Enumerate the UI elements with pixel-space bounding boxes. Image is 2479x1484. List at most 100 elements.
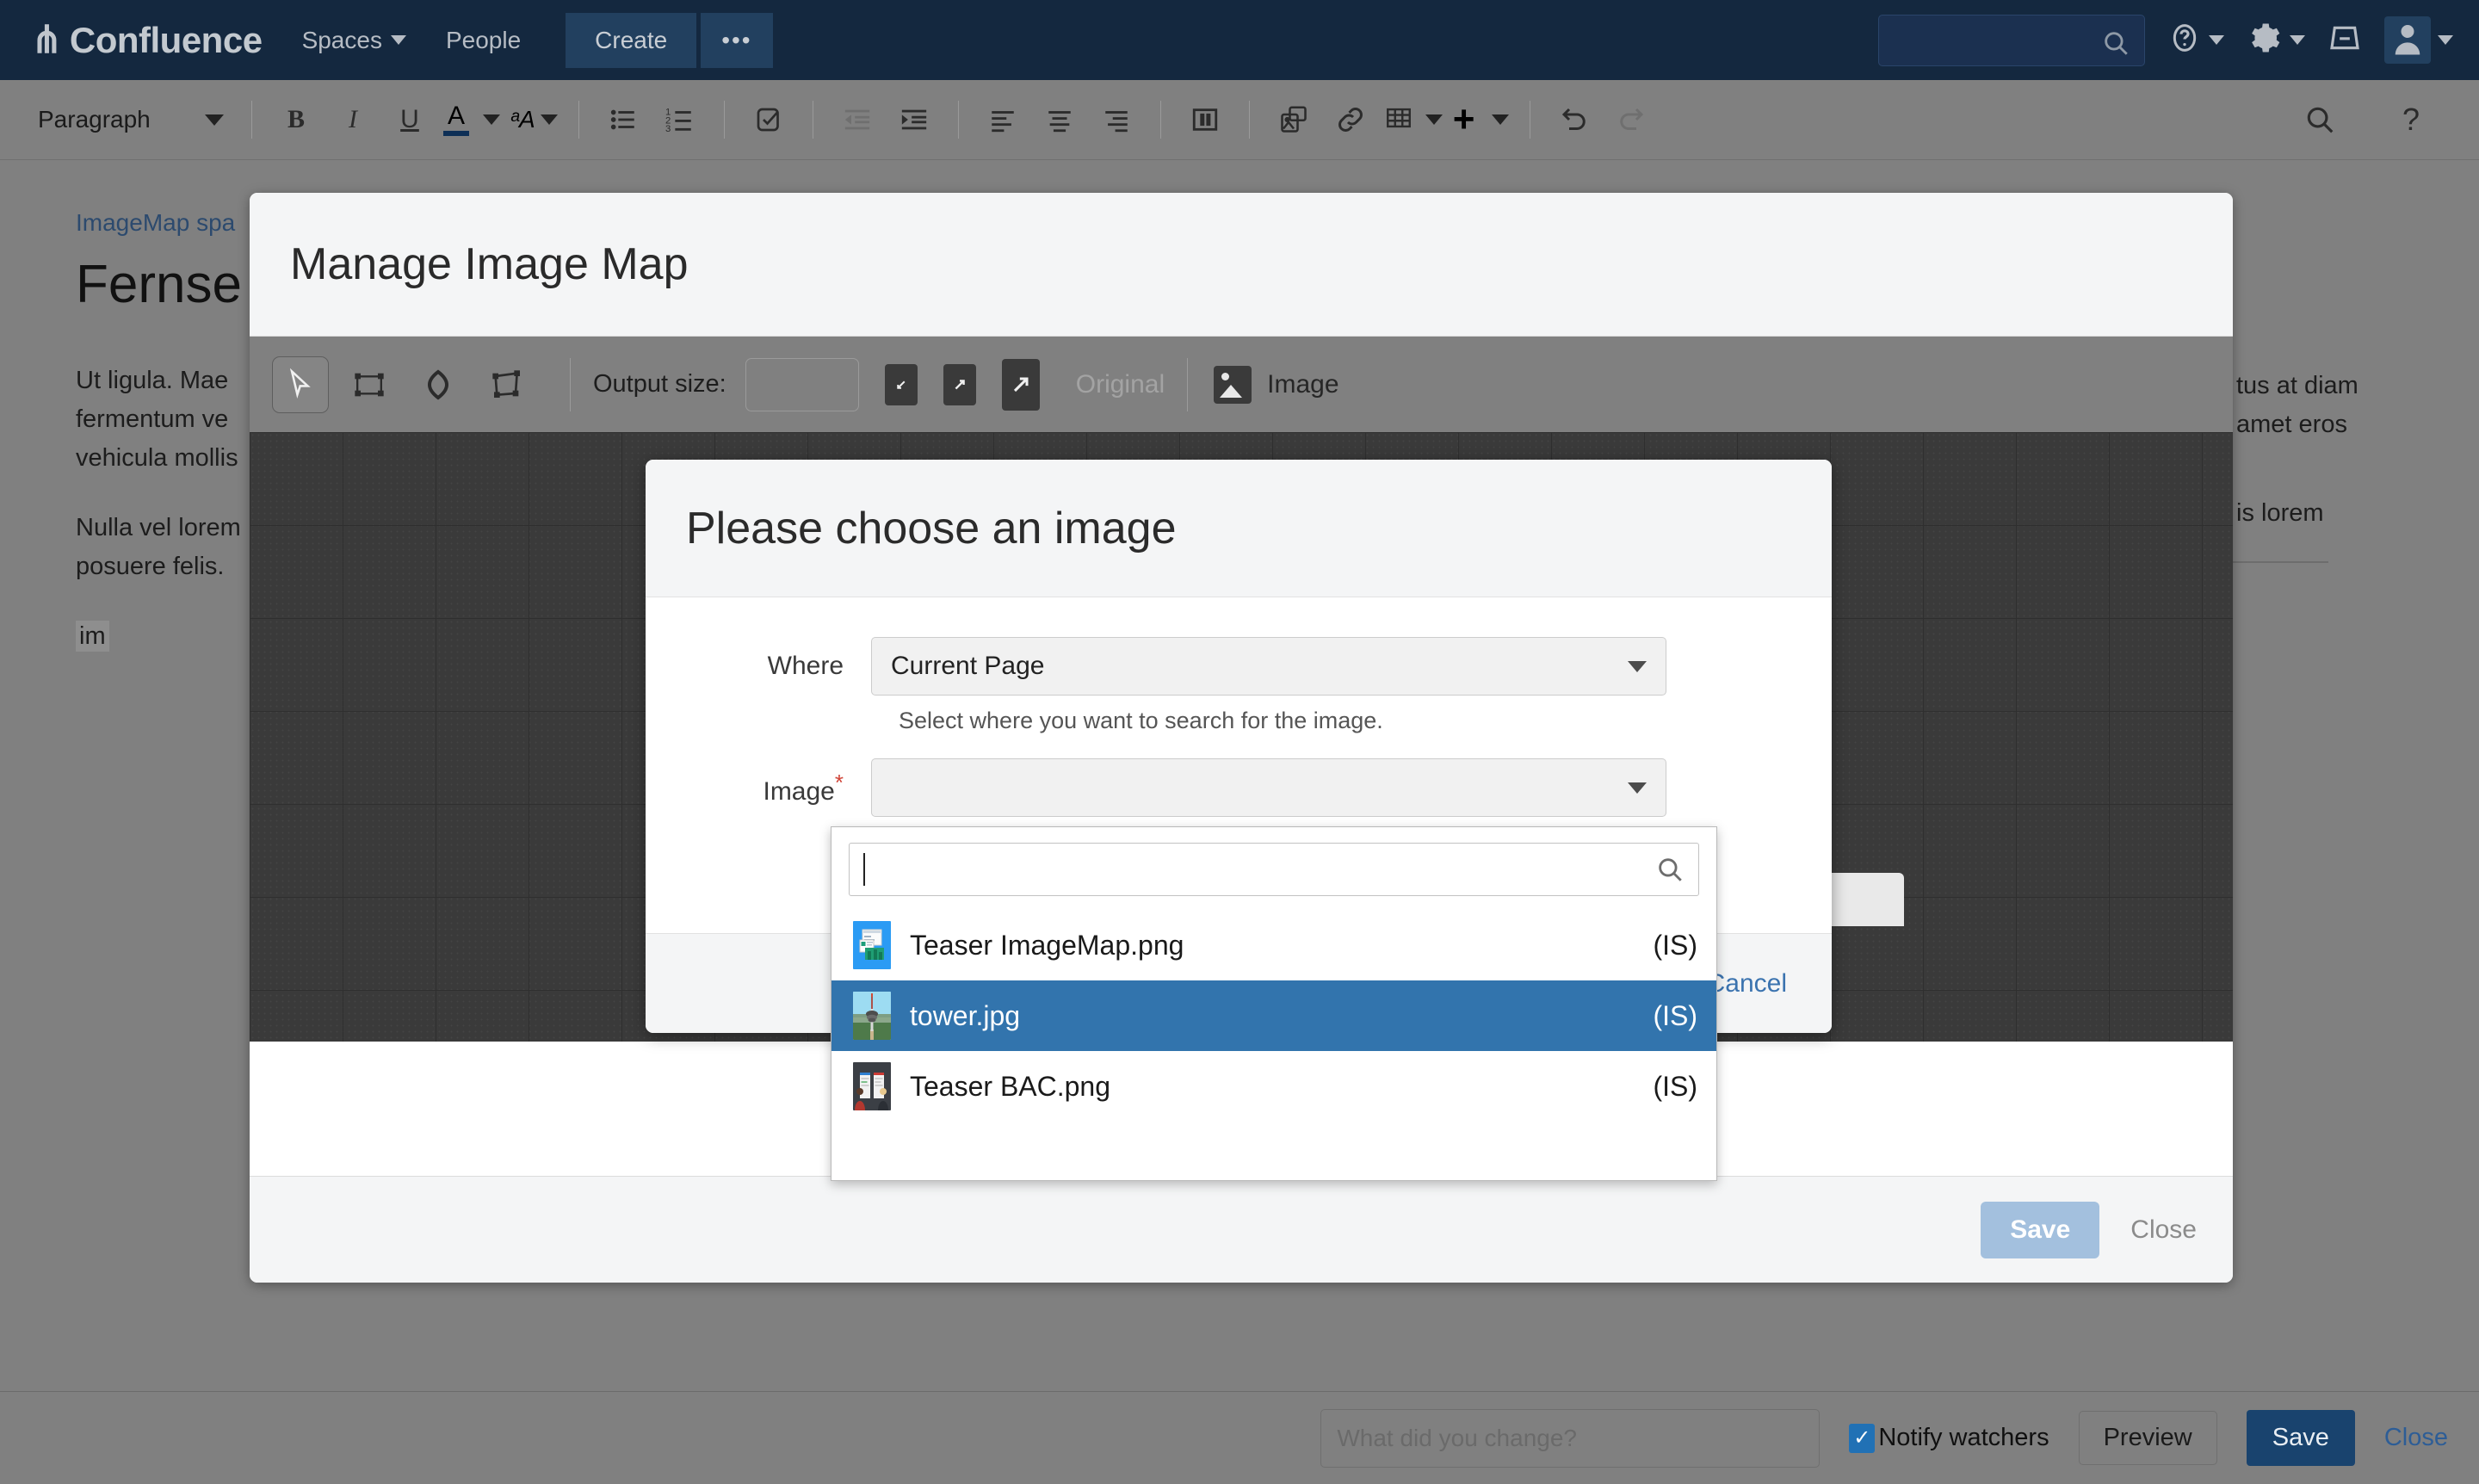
- underline-button[interactable]: U: [388, 96, 431, 144]
- undo-button[interactable]: [1553, 96, 1596, 144]
- chevron-down-icon: [483, 114, 500, 125]
- paragraph-style-select[interactable]: Paragraph: [38, 106, 236, 133]
- im-macro-chip[interactable]: im: [76, 621, 109, 652]
- image-icon: [1214, 365, 1252, 404]
- where-field-row: Where Current Page: [646, 637, 1832, 696]
- search-icon: [2101, 28, 2130, 62]
- nav-spaces[interactable]: Spaces: [302, 27, 406, 54]
- list-item[interactable]: Teaser BAC.png (IS): [831, 1051, 1716, 1122]
- choose-image-header: Please choose an image: [646, 460, 1832, 597]
- toolbar-divider: [1248, 101, 1250, 139]
- toolbar-divider: [1187, 357, 1189, 411]
- image-map-toolbar: Output size: Original Image: [250, 337, 2233, 432]
- list-item-tag: (IS): [1653, 999, 1697, 1031]
- choose-image-title: Please choose an image: [686, 503, 1177, 553]
- text-color-button[interactable]: A: [443, 103, 500, 136]
- link-button[interactable]: [1329, 96, 1372, 144]
- bold-button[interactable]: B: [275, 96, 318, 144]
- resize-large-button[interactable]: [1001, 358, 1040, 411]
- page-close-link[interactable]: Close: [2384, 1424, 2448, 1452]
- page-save-button[interactable]: Save: [2246, 1410, 2355, 1466]
- indent-button[interactable]: [893, 96, 936, 144]
- italic-button[interactable]: I: [331, 96, 374, 144]
- task-list-button[interactable]: [747, 96, 790, 144]
- preview-button[interactable]: Preview: [2078, 1411, 2217, 1465]
- select-tool-button[interactable]: [272, 356, 329, 413]
- choose-image-button[interactable]: Image: [1214, 365, 1339, 404]
- columns-button[interactable]: [1184, 96, 1227, 144]
- toolbar-divider: [957, 101, 959, 139]
- resize-small-button[interactable]: [884, 363, 918, 405]
- polygon-tool-button[interactable]: [479, 356, 535, 413]
- chevron-down-icon: [1628, 660, 1647, 672]
- align-right-button[interactable]: [1095, 96, 1138, 144]
- nav-people[interactable]: People: [446, 27, 521, 54]
- bullet-list-button[interactable]: [602, 96, 645, 144]
- image-map-close-link[interactable]: Close: [2130, 1215, 2197, 1245]
- choose-image-label: Image: [1267, 369, 1339, 399]
- inbox-notifications[interactable]: [2328, 21, 2362, 59]
- circle-tool-button[interactable]: [410, 356, 467, 413]
- align-left-button[interactable]: [981, 96, 1024, 144]
- notify-watchers-toggle[interactable]: ✓ Notify watchers: [1849, 1423, 2049, 1453]
- where-label: Where: [767, 652, 844, 680]
- table-button[interactable]: [1384, 103, 1443, 137]
- insert-more-button[interactable]: +: [1453, 101, 1510, 139]
- resize-medium-button[interactable]: [943, 363, 976, 405]
- tower-thumb: [853, 992, 891, 1040]
- global-search-input[interactable]: [1878, 14, 2145, 66]
- list-item-tag: (IS): [1653, 1070, 1697, 1102]
- align-center-button[interactable]: [1038, 96, 1081, 144]
- list-item-tag: (IS): [1653, 929, 1697, 961]
- teaser-bac-thumb: [853, 1062, 891, 1110]
- toolbar-divider: [723, 101, 725, 139]
- nav-spaces-label: Spaces: [301, 26, 382, 53]
- chevron-down-icon: [1628, 782, 1647, 794]
- breadcrumb[interactable]: ImageMap spa: [76, 209, 235, 237]
- list-item[interactable]: Teaser ImageMap.png (IS): [831, 910, 1716, 980]
- image-search-input[interactable]: [849, 843, 1699, 896]
- numbered-list-button[interactable]: 123: [658, 96, 702, 144]
- body-line-1: Ut ligula. Mae: [76, 367, 229, 394]
- toolbar-divider: [251, 101, 252, 139]
- image-dropdown-panel: Teaser ImageMap.png (IS) tower.jpg (IS) …: [831, 826, 1717, 1181]
- dropdown-search-wrap: [831, 827, 1716, 910]
- more-actions-button[interactable]: •••: [701, 12, 773, 68]
- teaser-imagemap-thumb: [853, 921, 891, 969]
- highlight-icon: ᵃA: [510, 106, 535, 133]
- help-menu[interactable]: [2167, 21, 2224, 59]
- highlight-button[interactable]: ᵃA: [510, 106, 558, 133]
- confluence-logo[interactable]: ⋔ Confluence: [31, 20, 263, 61]
- list-item[interactable]: tower.jpg (IS): [831, 980, 1716, 1051]
- required-marker: *: [834, 769, 844, 795]
- original-size-label[interactable]: Original: [1076, 370, 1165, 399]
- text-color-icon: A: [443, 103, 469, 136]
- chevron-down-icon: [2438, 35, 2453, 45]
- choose-image-cancel-link[interactable]: Cancel: [1707, 969, 1787, 999]
- settings-menu[interactable]: [2247, 20, 2305, 60]
- user-menu[interactable]: [2384, 16, 2453, 64]
- chevron-down-icon: [2290, 35, 2305, 45]
- change-comment-input[interactable]: [1320, 1408, 1821, 1468]
- list-item-name: tower.jpg: [910, 999, 1021, 1031]
- image-map-save-button[interactable]: Save: [1981, 1201, 2100, 1258]
- where-select-value: Current Page: [891, 652, 1045, 680]
- editor-help-button[interactable]: ?: [2389, 96, 2433, 144]
- where-select[interactable]: Current Page: [871, 637, 1666, 696]
- notify-watchers-checkbox[interactable]: ✓: [1849, 1423, 1876, 1453]
- manage-image-map-title: Manage Image Map: [290, 239, 689, 289]
- outdent-button[interactable]: [836, 96, 879, 144]
- page-title: Fernse: [76, 255, 242, 314]
- image-select[interactable]: [871, 758, 1666, 817]
- redo-button[interactable]: [1610, 96, 1653, 144]
- image-label: Image*: [646, 770, 871, 807]
- output-size-input[interactable]: [745, 357, 859, 411]
- notify-watchers-label: Notify watchers: [1878, 1424, 2049, 1451]
- create-button[interactable]: Create: [566, 12, 697, 68]
- find-replace-button[interactable]: [2298, 96, 2341, 144]
- svg-text:3: 3: [665, 124, 671, 134]
- insert-media-button[interactable]: [1272, 96, 1315, 144]
- chevron-down-icon: [205, 114, 224, 126]
- rectangle-tool-button[interactable]: [341, 356, 398, 413]
- chevron-down-icon: [540, 114, 558, 125]
